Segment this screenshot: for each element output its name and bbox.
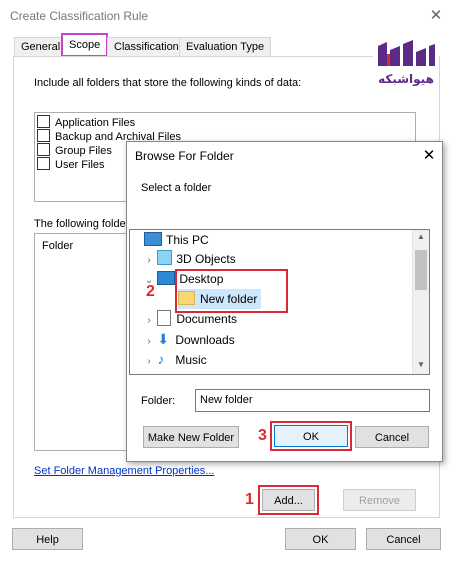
- set-folder-properties-link[interactable]: Set Folder Management Properties...: [34, 465, 214, 477]
- data-kind-application[interactable]: Application Files: [37, 115, 135, 129]
- cube-icon: [157, 250, 173, 265]
- expand-chevron-icon[interactable]: ›: [144, 311, 154, 331]
- ok-button[interactable]: OK: [285, 528, 356, 550]
- data-kind-label: Application Files: [55, 117, 136, 129]
- dialog-title: Create Classification Rule: [10, 9, 149, 23]
- tree-item-this-pc[interactable]: This PC: [144, 230, 209, 250]
- tab-evaluation-type[interactable]: Evaluation Type: [179, 37, 272, 56]
- remove-button[interactable]: Remove: [343, 489, 416, 511]
- tree-item-label: This PC: [166, 233, 209, 247]
- step-2-highlight: [175, 269, 288, 313]
- folder-name-input[interactable]: New folder: [195, 389, 430, 412]
- close-icon[interactable]: ✕: [428, 6, 444, 24]
- scroll-up-arrow[interactable]: ▲: [417, 232, 425, 241]
- tree-item-label: Downloads: [175, 333, 235, 347]
- include-label: Include all folders that store the follo…: [34, 77, 302, 89]
- tree-item-3d-objects[interactable]: › 3D Objects: [144, 249, 236, 269]
- scroll-down-arrow[interactable]: ▼: [417, 360, 425, 369]
- browse-ok-button[interactable]: OK: [274, 425, 348, 447]
- browse-dialog-title: Browse For Folder: [135, 149, 234, 163]
- data-kind-group[interactable]: Group Files: [37, 143, 112, 157]
- select-folder-instruction: Select a folder: [141, 182, 212, 194]
- tree-item-music[interactable]: › ♪ Music: [144, 349, 207, 372]
- help-button[interactable]: Help: [12, 528, 83, 550]
- tree-item-label: 3D Objects: [176, 252, 236, 266]
- step-1-label: 1: [245, 491, 254, 508]
- logo-mark: [378, 40, 435, 66]
- tree-item-label: Music: [175, 353, 207, 367]
- checkbox[interactable]: [37, 157, 50, 170]
- browse-close-icon[interactable]: ✕: [420, 146, 438, 164]
- tree-scrollbar[interactable]: ▲ ▼: [412, 230, 429, 374]
- hiwa-logo: هیواشبکه: [373, 36, 439, 98]
- tab-general[interactable]: General: [14, 37, 68, 56]
- folder-field-label: Folder:: [141, 395, 176, 407]
- cancel-button[interactable]: Cancel: [366, 528, 441, 550]
- step-3-label: 3: [258, 427, 267, 444]
- folders-column-header: Folder: [42, 240, 74, 252]
- checkbox[interactable]: [37, 143, 50, 156]
- make-new-folder-button[interactable]: Make New Folder: [143, 426, 239, 448]
- tree-item-downloads[interactable]: › ⬇ Downloads: [144, 329, 235, 349]
- tree-item-label: Documents: [176, 312, 238, 326]
- add-button[interactable]: Add...: [262, 489, 315, 511]
- tab-scope[interactable]: Scope: [61, 33, 109, 57]
- data-kind-label: User Files: [55, 159, 105, 171]
- pc-icon: [144, 232, 162, 246]
- checkbox[interactable]: [37, 129, 50, 142]
- browse-cancel-button[interactable]: Cancel: [355, 426, 429, 448]
- folders-label: The following folders: [34, 218, 135, 230]
- checkbox[interactable]: [37, 115, 50, 128]
- step-2-label: 2: [146, 283, 155, 300]
- data-kind-label: Group Files: [55, 145, 112, 157]
- documents-icon: [157, 310, 172, 326]
- scroll-thumb[interactable]: [415, 250, 427, 290]
- download-icon: ⬇: [157, 331, 170, 347]
- expand-chevron-icon[interactable]: ›: [144, 251, 154, 271]
- data-kind-user[interactable]: User Files: [37, 157, 105, 171]
- tab-classification[interactable]: Classification: [107, 37, 186, 56]
- music-icon: ♪: [157, 351, 165, 367]
- expand-chevron-icon[interactable]: ›: [144, 352, 154, 372]
- logo-text: هیواشبکه: [378, 72, 434, 86]
- desktop-icon: [157, 271, 176, 285]
